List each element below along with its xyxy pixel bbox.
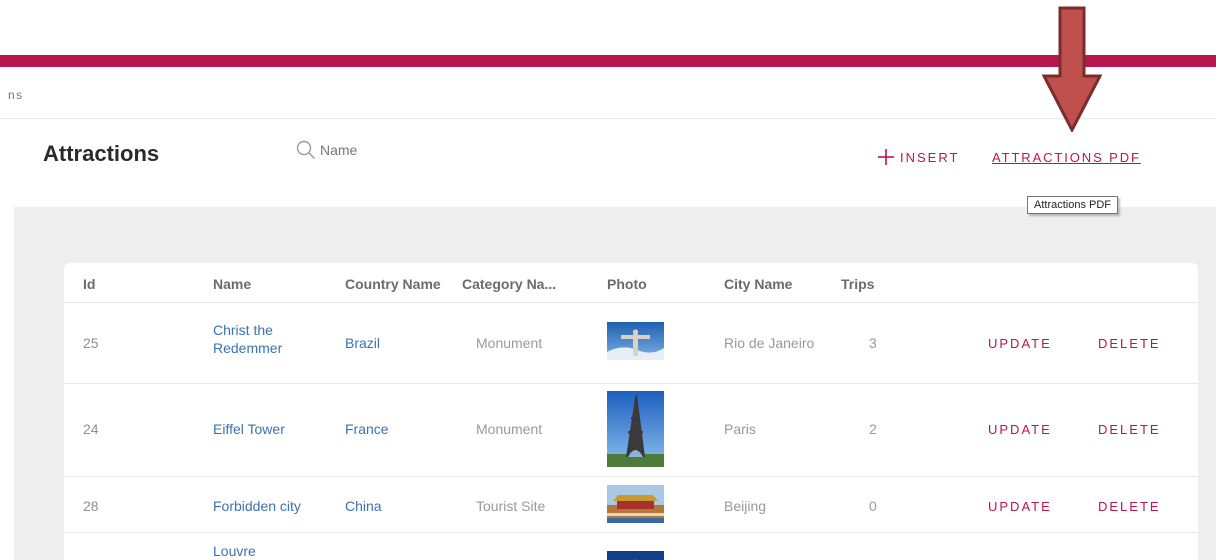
attraction-name-link[interactable]: Louvre bbox=[213, 543, 256, 559]
louvre-photo bbox=[607, 551, 664, 560]
row-id: 28 bbox=[83, 498, 99, 514]
city-cell: Beijing bbox=[724, 498, 767, 514]
row-id: 24 bbox=[83, 421, 99, 437]
name-line-1: Christ the bbox=[213, 322, 273, 338]
update-button[interactable]: UPDATE bbox=[988, 336, 1052, 351]
insert-button[interactable]: INSERT bbox=[876, 147, 959, 167]
attractions-pdf-link[interactable]: ATTRACTIONS PDF bbox=[992, 150, 1141, 165]
left-panel-edge bbox=[0, 207, 14, 560]
column-header-id[interactable]: Id bbox=[83, 276, 95, 292]
update-button[interactable]: UPDATE bbox=[988, 499, 1052, 514]
column-header-name[interactable]: Name bbox=[213, 276, 251, 292]
table-row: 28 Forbidden city China Tourist Site Bei… bbox=[64, 477, 1198, 533]
city-cell: Rio de Janeiro bbox=[724, 335, 815, 351]
column-header-city[interactable]: City Name bbox=[724, 276, 792, 292]
column-header-category[interactable]: Category Na... bbox=[462, 276, 556, 292]
breadcrumb: ns bbox=[8, 88, 24, 102]
attraction-name-link[interactable]: Forbidden city bbox=[213, 498, 301, 514]
trips-cell: 3 bbox=[869, 335, 877, 351]
column-header-trips[interactable]: Trips bbox=[841, 276, 874, 292]
name-line-2: Redemmer bbox=[213, 340, 283, 356]
delete-button[interactable]: DELETE bbox=[1098, 336, 1161, 351]
attractions-grid: Id Name Country Name Category Na... Phot… bbox=[64, 263, 1198, 560]
eiffel-tower-photo bbox=[607, 391, 664, 467]
column-header-photo[interactable]: Photo bbox=[607, 276, 647, 292]
top-accent-bar bbox=[0, 55, 1216, 67]
attraction-name-link[interactable]: Eiffel Tower bbox=[213, 421, 285, 437]
trips-cell: 0 bbox=[869, 498, 877, 514]
category-cell: Tourist Site bbox=[476, 498, 546, 514]
country-link[interactable]: Brazil bbox=[345, 335, 380, 351]
column-header-country[interactable]: Country Name bbox=[345, 276, 441, 292]
annotation-arrow-icon bbox=[1042, 6, 1102, 132]
table-row: Louvre bbox=[64, 533, 1198, 560]
update-button[interactable]: UPDATE bbox=[988, 422, 1052, 437]
table-row: 25 Christ the Redemmer Brazil Monument R… bbox=[64, 303, 1198, 384]
header-divider bbox=[0, 118, 1216, 119]
table-row: 24 Eiffel Tower France Monument Paris 2 … bbox=[64, 384, 1198, 477]
christ-the-redeemer-photo bbox=[607, 322, 664, 360]
search-icon bbox=[296, 140, 315, 159]
tooltip: Attractions PDF bbox=[1027, 196, 1119, 214]
city-cell: Paris bbox=[724, 421, 756, 437]
country-link[interactable]: China bbox=[345, 498, 382, 514]
table-header-row: Id Name Country Name Category Na... Phot… bbox=[64, 263, 1198, 303]
page-title: Attractions bbox=[43, 141, 160, 166]
delete-button[interactable]: DELETE bbox=[1098, 422, 1161, 437]
trips-cell: 2 bbox=[869, 421, 877, 437]
forbidden-city-photo bbox=[607, 485, 664, 523]
search-input[interactable] bbox=[320, 140, 520, 160]
attraction-name-link[interactable]: Christ the Redemmer bbox=[213, 321, 282, 357]
category-cell: Monument bbox=[476, 335, 543, 351]
category-cell: Monument bbox=[476, 421, 543, 437]
plus-icon bbox=[878, 149, 894, 165]
insert-label: INSERT bbox=[900, 149, 960, 165]
row-id: 25 bbox=[83, 335, 99, 351]
country-link[interactable]: France bbox=[345, 421, 389, 437]
delete-button[interactable]: DELETE bbox=[1098, 499, 1161, 514]
